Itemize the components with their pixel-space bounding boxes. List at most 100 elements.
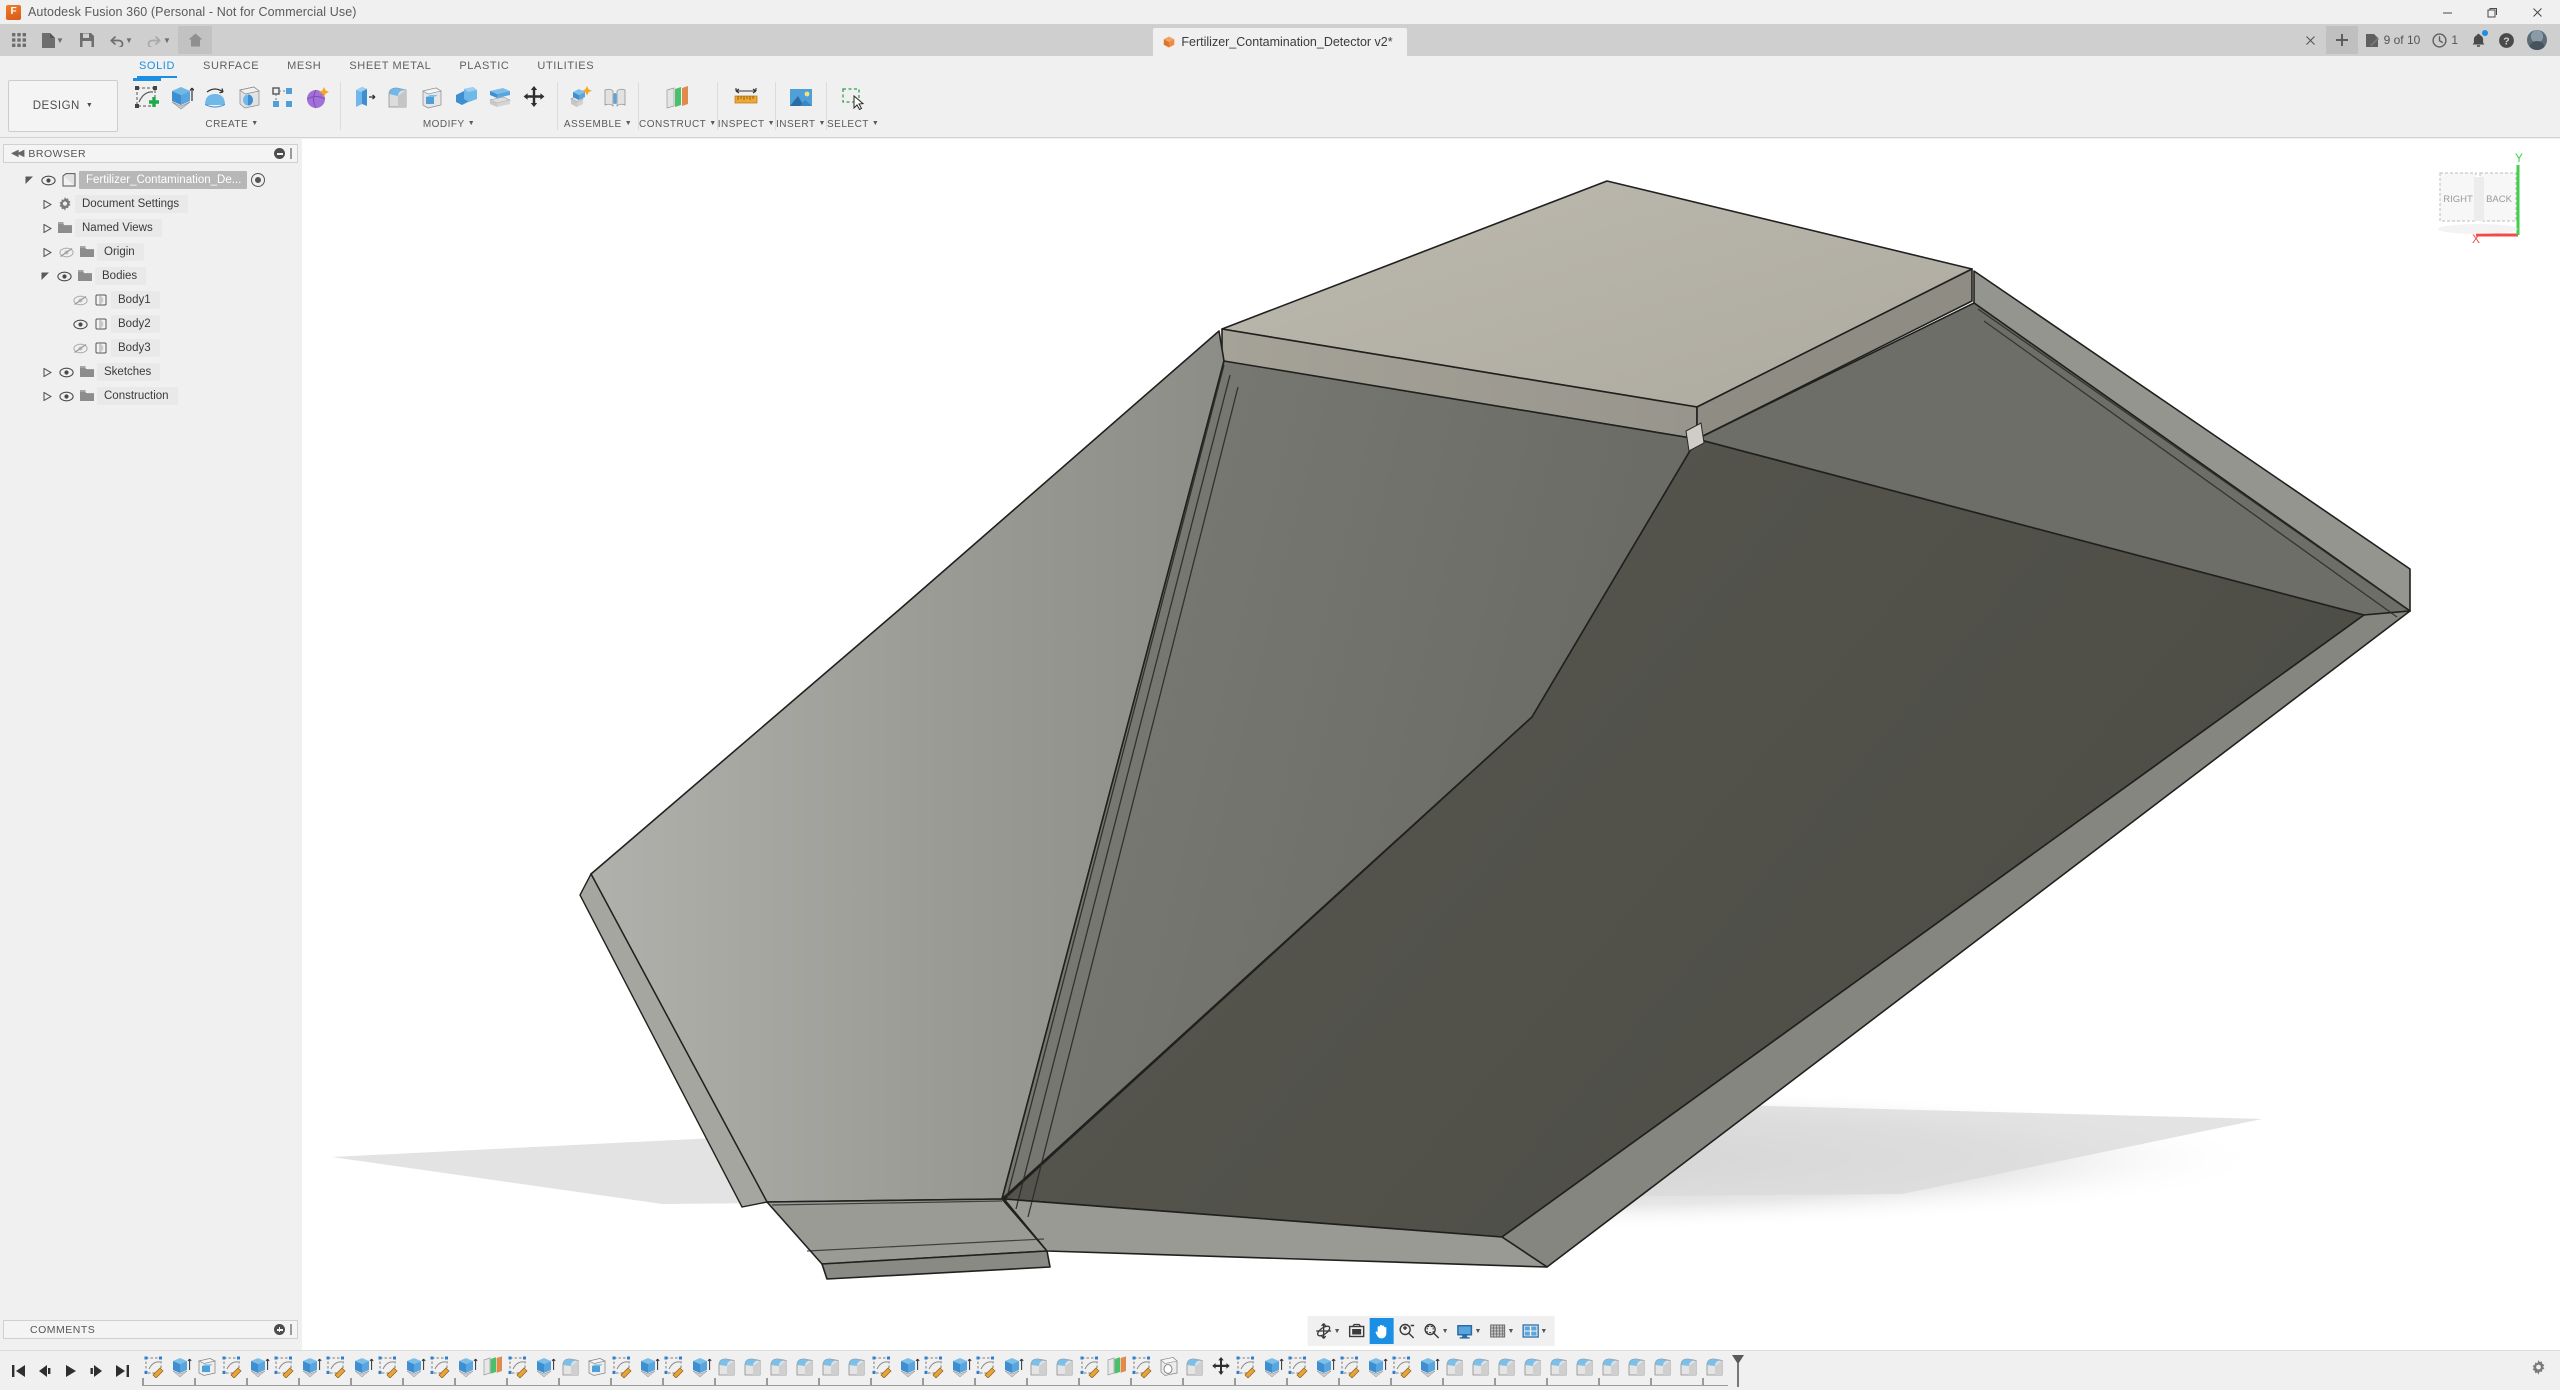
look-at-icon[interactable] [1345, 1318, 1369, 1344]
chevron-down-icon[interactable]: ▼ [1334, 1328, 1341, 1335]
panel-grip[interactable] [290, 1324, 292, 1335]
expand-triangle-icon[interactable] [39, 384, 55, 408]
tab-mesh[interactable]: MESH [273, 56, 335, 78]
document-tab[interactable]: Fertilizer_Contamination_Detector v2* [1153, 28, 1406, 56]
fillet-tool[interactable] [381, 80, 415, 116]
timeline-playhead[interactable] [1731, 1354, 1744, 1388]
press-pull-tool[interactable] [347, 80, 381, 116]
play-icon[interactable] [58, 1358, 82, 1384]
tree-item-named-views[interactable]: Named Views [3, 216, 298, 240]
step-back-icon[interactable] [32, 1358, 56, 1384]
chevron-down-icon[interactable]: ▼ [1540, 1328, 1547, 1335]
viewcube[interactable]: RIGHT BACK X Y [2418, 147, 2548, 267]
workspace-selector[interactable]: DESIGN ▼ [8, 80, 118, 132]
chevron-down-icon[interactable]: ▼ [1507, 1328, 1514, 1335]
panel-label-insert[interactable]: INSERT ▼ [776, 118, 826, 132]
tree-item-body1[interactable]: Body1 [3, 288, 298, 312]
help-icon[interactable]: ? [2493, 27, 2520, 53]
home-icon[interactable] [178, 26, 212, 54]
shell-tool[interactable] [415, 80, 449, 116]
expand-triangle-icon[interactable] [39, 216, 55, 240]
panel-grip[interactable] [290, 148, 292, 159]
avatar[interactable] [2522, 27, 2552, 53]
chevron-down-icon[interactable]: ▼ [125, 36, 133, 45]
undo-icon[interactable]: ▼ [102, 26, 140, 54]
timeline-track[interactable] [142, 1354, 2560, 1388]
expand-triangle-icon[interactable] [39, 360, 55, 384]
history-status-button[interactable]: 1 [2427, 27, 2463, 53]
new-file-icon[interactable]: ▼ [34, 26, 72, 54]
close-tab-button[interactable] [2298, 27, 2324, 53]
viewports-icon[interactable]: ▼ [1518, 1318, 1550, 1344]
tree-item-body2[interactable]: Body2 [3, 312, 298, 336]
move-copy-tool[interactable] [517, 80, 551, 116]
tree-item-sketches[interactable]: Sketches [3, 360, 298, 384]
display-settings-icon[interactable]: ▼ [1453, 1318, 1485, 1344]
restore-button[interactable] [2470, 0, 2515, 24]
tree-item-root-component[interactable]: Fertilizer_Contamination_De... [3, 168, 298, 192]
go-to-beginning-icon[interactable] [6, 1358, 30, 1384]
close-button[interactable] [2515, 0, 2560, 24]
panel-label-select[interactable]: SELECT ▼ [827, 118, 879, 132]
visibility-eye-hidden-icon[interactable] [55, 240, 77, 264]
visibility-eye-hidden-icon[interactable] [69, 336, 91, 360]
combine-tool[interactable] [449, 80, 483, 116]
visibility-eye-icon[interactable] [37, 168, 59, 192]
panel-label-assemble[interactable]: ASSEMBLE ▼ [564, 118, 632, 132]
new-component-tool[interactable] [564, 80, 598, 116]
chevron-down-icon[interactable]: ▼ [56, 36, 64, 45]
collapse-left-icon[interactable]: ◀◀ [11, 148, 22, 159]
offset-plane-tool[interactable] [659, 80, 697, 116]
visibility-eye-icon[interactable] [69, 312, 91, 336]
joint-tool[interactable] [598, 80, 632, 116]
save-icon[interactable] [72, 26, 102, 54]
go-to-end-icon[interactable] [110, 1358, 134, 1384]
visibility-eye-icon[interactable] [55, 384, 77, 408]
fit-icon[interactable]: ▼ [1420, 1318, 1452, 1344]
expand-triangle-icon[interactable] [21, 168, 37, 192]
collapse-triangle-icon[interactable] [37, 264, 53, 288]
tab-utilities[interactable]: UTILITIES [523, 56, 608, 78]
chevron-down-icon[interactable]: ▼ [1475, 1328, 1482, 1335]
add-comment-icon[interactable] [274, 1324, 285, 1335]
minimize-button[interactable] [2425, 0, 2470, 24]
app-grid-icon[interactable] [4, 26, 34, 54]
visibility-eye-icon[interactable] [55, 360, 77, 384]
form-tool[interactable] [300, 80, 334, 116]
step-forward-icon[interactable] [84, 1358, 108, 1384]
rectangular-pattern-tool[interactable] [266, 80, 300, 116]
timeline-settings-icon[interactable] [2531, 1360, 2546, 1380]
tree-item-document-settings[interactable]: Document Settings [3, 192, 298, 216]
insert-image-tool[interactable] [782, 80, 820, 116]
chevron-down-icon[interactable]: ▼ [163, 36, 171, 45]
measure-tool[interactable] [727, 80, 765, 116]
bell-icon[interactable] [2465, 27, 2491, 53]
panel-label-construct[interactable]: CONSTRUCT ▼ [639, 118, 717, 132]
visibility-eye-icon[interactable] [53, 264, 75, 288]
panel-label-create[interactable]: CREATE ▼ [205, 118, 258, 132]
tree-item-construction[interactable]: Construction [3, 384, 298, 408]
tree-item-body3[interactable]: Body3 [3, 336, 298, 360]
create-sketch-tool[interactable] [130, 80, 164, 116]
tab-plastic[interactable]: PLASTIC [445, 56, 523, 78]
hole-tool[interactable] [232, 80, 266, 116]
jobs-status-button[interactable]: 9 of 10 [2360, 27, 2426, 53]
pan-icon[interactable] [1370, 1318, 1394, 1344]
activate-component-icon[interactable] [251, 173, 265, 187]
tab-sheet-metal[interactable]: SHEET METAL [335, 56, 445, 78]
grid-snaps-icon[interactable]: ▼ [1485, 1318, 1517, 1344]
chevron-down-icon[interactable]: ▼ [1442, 1328, 1449, 1335]
expand-triangle-icon[interactable] [39, 240, 55, 264]
tree-item-bodies[interactable]: Bodies [3, 264, 298, 288]
panel-label-modify[interactable]: MODIFY ▼ [423, 118, 475, 132]
expand-triangle-icon[interactable] [39, 192, 55, 216]
extrude-tool[interactable] [164, 80, 198, 116]
tab-surface[interactable]: SURFACE [189, 56, 273, 78]
3d-viewport[interactable]: RIGHT BACK X Y ▼ [302, 139, 2560, 1350]
zoom-icon[interactable] [1395, 1318, 1419, 1344]
visibility-eye-hidden-icon[interactable] [69, 288, 91, 312]
select-window-tool[interactable] [834, 80, 872, 116]
offset-face-tool[interactable] [483, 80, 517, 116]
browser-options-icon[interactable] [274, 148, 285, 159]
new-tab-button[interactable] [2326, 26, 2358, 54]
